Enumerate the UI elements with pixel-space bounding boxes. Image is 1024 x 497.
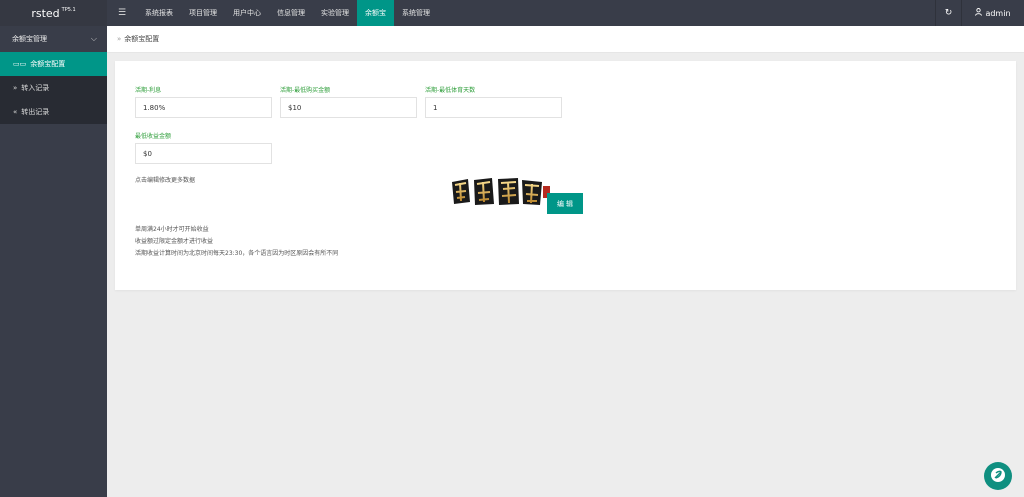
refresh-icon[interactable]: ↻: [935, 0, 961, 26]
nav-item-info[interactable]: 信息管理: [269, 0, 313, 26]
sidebar: 余额宝管理 ⌵ ▭▭ 余额宝配置 » 转入记录 « 转出记录: [0, 26, 107, 497]
user-name: admin: [985, 8, 1011, 18]
feather-icon: [990, 467, 1006, 485]
menu-toggle-icon[interactable]: ☰: [107, 0, 137, 26]
note-item: 收益额过限定金额才进行收益: [135, 238, 214, 245]
chevron-down-icon: ⌵: [90, 34, 97, 43]
edit-button[interactable]: 编 辑: [547, 193, 583, 214]
breadcrumb-arrow-icon: »: [117, 35, 122, 43]
sidebar-item-transfer-out[interactable]: « 转出记录: [0, 100, 107, 124]
user-icon: [975, 8, 983, 18]
min-profit-field: 最低收益金额 $0: [135, 131, 272, 164]
min-buy-input[interactable]: $10: [280, 97, 417, 118]
watermark-logo: [448, 174, 554, 210]
sidebar-item-label: 转入记录: [21, 84, 50, 92]
sidebar-item-transfer-in[interactable]: » 转入记录: [0, 76, 107, 100]
help-fab[interactable]: [984, 462, 1012, 490]
sidebar-item-label: 转出记录: [21, 108, 50, 116]
rate-field: 活期-利息 1.80%: [135, 85, 272, 118]
sidebar-item-label: 余额宝配置: [30, 60, 66, 68]
config-card: 活期-利息 1.80% 活期-最低购买金额 $10 活期-最低体育天数 1 最低…: [115, 61, 1016, 290]
min-profit-label: 最低收益金额: [135, 133, 172, 140]
note-item: 活期收益计算时间为北京时间每天23:30，各个语言因为时区原因会有所不同: [135, 250, 339, 257]
double-right-arrow-icon: »: [13, 84, 18, 92]
min-days-field: 活期-最低体育天数 1: [425, 85, 562, 118]
sidebar-item-config[interactable]: ▭▭ 余额宝配置: [0, 52, 107, 76]
nav-item-projects[interactable]: 项目管理: [181, 0, 225, 26]
top-nav: 系统报表 项目管理 用户中心 信息管理 实验管理 余额宝 系统管理: [137, 0, 438, 26]
top-bar: rsted TP5.1 ☰ 系统报表 项目管理 用户中心 信息管理 实验管理 余…: [0, 0, 1024, 26]
min-days-label: 活期-最低体育天数: [425, 87, 476, 94]
edit-hint: 点击编辑修改更多数据: [135, 177, 196, 184]
nav-item-users[interactable]: 用户中心: [225, 0, 269, 26]
nav-item-yuebao[interactable]: 余额宝: [357, 0, 394, 26]
config-icon: ▭▭: [13, 60, 27, 68]
breadcrumb: » 余额宝配置: [107, 26, 1024, 53]
breadcrumb-current: 余额宝配置: [124, 35, 160, 43]
nav-item-reports[interactable]: 系统报表: [137, 0, 181, 26]
user-menu[interactable]: admin: [961, 0, 1024, 26]
brand-version: TP5.1: [61, 7, 76, 13]
min-days-input[interactable]: 1: [425, 97, 562, 118]
brand-logo: rsted TP5.1: [0, 0, 107, 26]
sidebar-group-label: 余额宝管理: [12, 35, 47, 43]
rate-input[interactable]: 1.80%: [135, 97, 272, 118]
top-right-tools: ↻ admin: [935, 0, 1024, 26]
brand-name: rsted: [31, 6, 60, 20]
double-left-arrow-icon: «: [13, 108, 18, 116]
nav-item-experiments[interactable]: 实验管理: [313, 0, 357, 26]
sidebar-group-yuebao[interactable]: 余额宝管理 ⌵: [0, 26, 107, 52]
min-profit-input[interactable]: $0: [135, 143, 272, 164]
note-item: 单周满24小时才可开始收益: [135, 226, 209, 233]
rate-label: 活期-利息: [135, 87, 162, 94]
nav-item-system[interactable]: 系统管理: [394, 0, 438, 26]
min-buy-label: 活期-最低购买金额: [280, 87, 331, 94]
min-buy-field: 活期-最低购买金额 $10: [280, 85, 417, 118]
notes-list: 单周满24小时才可开始收益 收益额过限定金额才进行收益 活期收益计算时间为北京时…: [135, 224, 338, 260]
